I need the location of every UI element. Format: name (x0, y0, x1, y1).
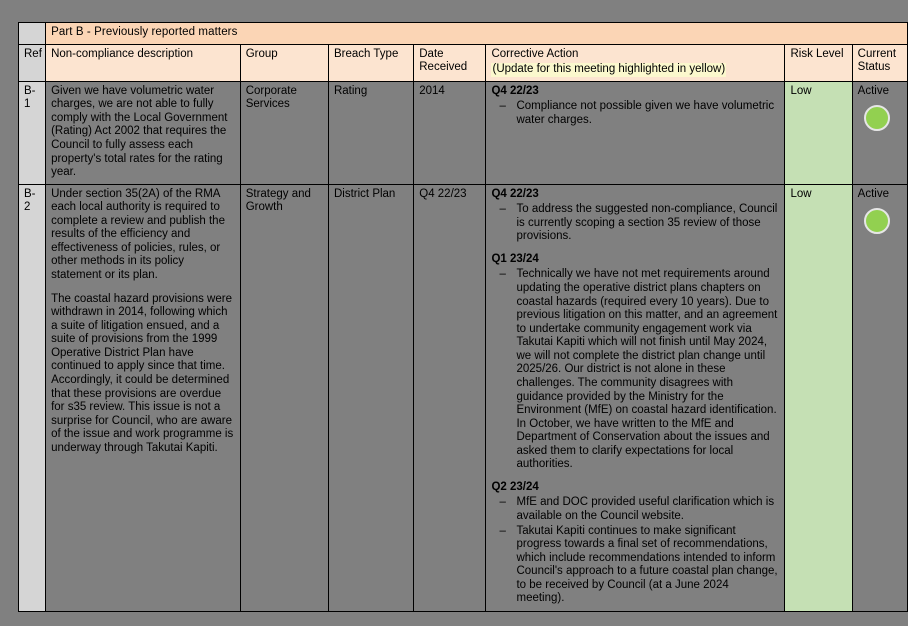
status-label: Active (857, 187, 889, 200)
cell-corrective-action[interactable]: Q4 22/23 To address the suggested non-co… (485, 183, 786, 612)
corrective-period-label: Q2 23/24 (491, 480, 539, 493)
column-header-date-received: Date Received (413, 43, 487, 82)
corrective-item: MfE and DOC provided useful clarificatio… (491, 496, 779, 523)
corrective-item: Takutai Kapiti continues to make signifi… (491, 525, 779, 606)
page-title: Part B - Previously reported matters (45, 22, 908, 45)
cell-description[interactable]: Under section 35(2A) of the RMA each loc… (45, 183, 241, 612)
corrective-item-list: To address the suggested non-compliance,… (491, 203, 779, 244)
cell-date-received[interactable]: Q4 22/23 (413, 183, 487, 612)
status-label: Active (857, 84, 889, 97)
table-row[interactable]: B-2 Under section 35(2A) of the RMA each… (17, 183, 908, 612)
previously-reported-matters-table: Part B - Previously reported matters Ref… (17, 22, 908, 612)
corrective-item-list: Technically we have not met requirements… (491, 268, 779, 471)
cell-breach-type[interactable]: District Plan (327, 183, 415, 612)
title-corner-cell (17, 22, 47, 45)
column-header-breach-type: Breach Type (327, 43, 415, 82)
table-row[interactable]: B-1 Given we have volumetric water charg… (17, 80, 908, 185)
corrective-period-label: Q4 22/23 (491, 187, 539, 200)
cell-current-status[interactable]: Active (851, 80, 908, 185)
column-header-description: Non-compliance description (45, 43, 241, 82)
column-header-current-status: Current Status (851, 43, 908, 82)
corrective-item: Compliance not possible given we have vo… (491, 100, 779, 127)
corrective-item: Technically we have not met requirements… (491, 268, 779, 471)
corrective-item-list: Compliance not possible given we have vo… (491, 100, 779, 127)
cell-ref: B-1 (17, 80, 47, 185)
cell-corrective-action[interactable]: Q4 22/23 Compliance not possible given w… (485, 80, 786, 185)
column-header-ref: Ref (17, 43, 47, 82)
cell-risk-level[interactable]: Low (784, 183, 853, 612)
cell-group[interactable]: Corporate Services (239, 80, 329, 185)
description-paragraph: The coastal hazard provisions were withd… (51, 292, 234, 454)
cell-breach-type[interactable]: Rating (327, 80, 415, 185)
corrective-item: To address the suggested non-compliance,… (491, 203, 779, 244)
cell-group[interactable]: Strategy and Growth (239, 183, 329, 612)
column-header-corrective-action-note: (Update for this meeting highlighted in … (491, 63, 727, 77)
corrective-item-list: MfE and DOC provided useful clarificatio… (491, 496, 779, 606)
cell-current-status[interactable]: Active (851, 183, 908, 612)
description-paragraph: Under section 35(2A) of the RMA each loc… (51, 187, 225, 281)
corrective-period-label: Q4 22/23 (491, 84, 539, 97)
status-indicator-icon (863, 208, 890, 235)
description-paragraph: Given we have volumetric water charges, … (51, 84, 228, 179)
document-canvas: Part B - Previously reported matters Ref… (0, 0, 908, 626)
table-header-row: Ref Non-compliance description Group Bre… (17, 43, 908, 82)
cell-ref: B-2 (17, 183, 47, 612)
column-header-group: Group (239, 43, 329, 82)
cell-description[interactable]: Given we have volumetric water charges, … (45, 80, 241, 185)
cell-risk-level[interactable]: Low (784, 80, 853, 185)
corrective-period-label: Q1 23/24 (491, 252, 539, 265)
column-header-corrective-action-label: Corrective Action (491, 47, 579, 60)
cell-date-received[interactable]: 2014 (413, 80, 487, 185)
column-header-risk-level: Risk Level (784, 43, 853, 82)
status-indicator-icon (863, 105, 890, 132)
column-header-corrective-action: Corrective Action (Update for this meeti… (485, 43, 786, 82)
table-title-row: Part B - Previously reported matters (17, 22, 908, 45)
